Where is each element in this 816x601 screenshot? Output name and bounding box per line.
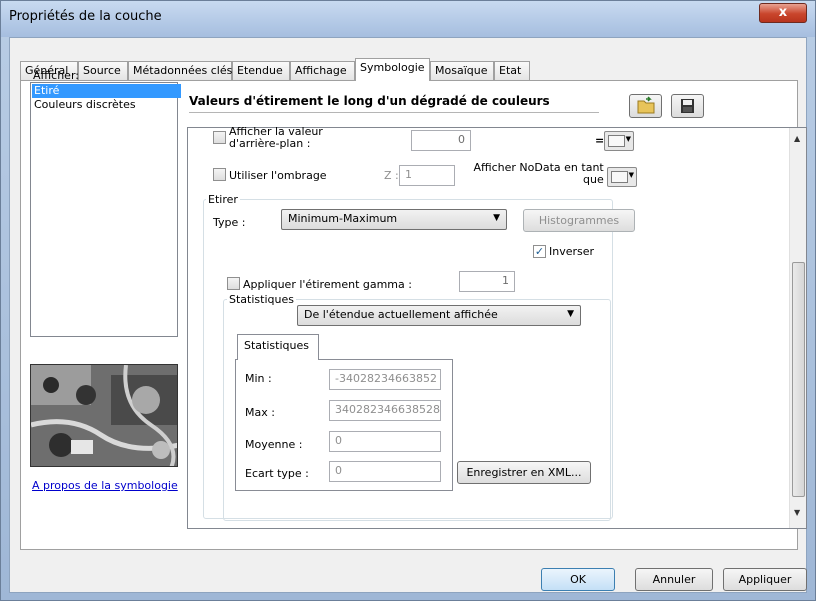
tab-metadata[interactable]: Métadonnées clés: [128, 61, 232, 80]
std-value-field[interactable]: 0: [329, 461, 441, 482]
invert-label: Inverser: [549, 245, 595, 258]
tab-statistics-inner[interactable]: Statistiques: [237, 334, 319, 360]
mean-label: Moyenne :: [245, 438, 303, 451]
stretch-type-select[interactable]: Minimum-Maximum ▼: [281, 209, 507, 230]
layer-properties-window: Propriétés de la couche x Général Source…: [0, 0, 816, 601]
tab-state[interactable]: Etat: [494, 61, 530, 80]
background-value-checkbox[interactable]: [213, 131, 226, 144]
nodata-color-picker[interactable]: ▼: [607, 167, 637, 187]
renderer-list[interactable]: Etiré Couleurs discrètes: [30, 82, 181, 337]
close-button[interactable]: x: [759, 3, 807, 23]
gamma-label: Appliquer l'étirement gamma :: [243, 278, 412, 291]
histograms-button[interactable]: Histogrammes: [523, 209, 635, 232]
max-value-field[interactable]: 340282346638528: [329, 400, 441, 421]
scroll-up-icon[interactable]: ▲: [794, 134, 800, 143]
nodata-label: Afficher NoData en tant que: [471, 162, 604, 186]
min-label: Min :: [245, 372, 272, 385]
dropdown-arrow-icon: ▼: [493, 213, 500, 223]
scroll-down-icon[interactable]: ▼: [794, 508, 800, 517]
tab-mosaic[interactable]: Mosaïque: [430, 61, 494, 80]
z-factor-input[interactable]: 1: [399, 165, 455, 186]
folder-icon: [637, 96, 655, 114]
nodata-label-line2: que: [583, 173, 604, 186]
gamma-input[interactable]: 1: [459, 271, 515, 292]
hillshade-label: Utiliser l'ombrage: [229, 169, 327, 182]
dropdown-arrow-icon: ▼: [625, 135, 631, 143]
equals-sign: =: [595, 134, 605, 147]
dropdown-arrow-icon: ▼: [567, 309, 574, 319]
background-value-input[interactable]: 0: [411, 130, 471, 151]
about-symbology-link[interactable]: A propos de la symbologie: [32, 479, 178, 492]
hillshade-checkbox[interactable]: [213, 168, 226, 181]
list-item-discrete-colors[interactable]: Couleurs discrètes: [32, 98, 181, 112]
cancel-button[interactable]: Annuler: [635, 568, 713, 591]
invert-checkbox[interactable]: ✓: [533, 245, 546, 258]
color-swatch-icon: [608, 135, 625, 147]
aerial-photo-icon: [31, 365, 177, 466]
tab-source[interactable]: Source: [78, 61, 128, 80]
statistics-source-select[interactable]: De l'étendue actuellement affichée ▼: [297, 305, 581, 326]
list-item-stretched[interactable]: Etiré: [32, 84, 181, 98]
statistics-group-label: Statistiques: [227, 293, 296, 306]
stretch-type-value: Minimum-Maximum: [288, 212, 398, 225]
heading-divider: [189, 112, 599, 113]
show-label: Afficher:: [33, 69, 79, 82]
tab-symbology[interactable]: Symbologie: [355, 58, 430, 81]
background-value-label-line2: d'arrière-plan :: [229, 137, 311, 150]
mean-value-field[interactable]: 0: [329, 431, 441, 452]
title-bar[interactable]: Propriétés de la couche x: [1, 1, 815, 37]
dropdown-arrow-icon: ▼: [628, 171, 634, 179]
ok-button[interactable]: OK: [541, 568, 615, 591]
tab-display[interactable]: Affichage: [290, 61, 355, 80]
apply-button[interactable]: Appliquer: [723, 568, 807, 591]
window-title: Propriétés de la couche: [9, 9, 162, 24]
background-color-picker[interactable]: ▼: [604, 131, 634, 151]
gamma-checkbox[interactable]: [227, 277, 240, 290]
close-icon: x: [778, 5, 788, 20]
open-folder-button[interactable]: [629, 94, 662, 118]
save-button[interactable]: [671, 94, 704, 118]
stretch-type-label: Type :: [213, 216, 246, 229]
vertical-scrollbar[interactable]: ▲ ▼: [789, 128, 806, 528]
floppy-disk-icon: [681, 99, 694, 113]
max-label: Max :: [245, 406, 275, 419]
tab-extent[interactable]: Etendue: [232, 61, 290, 80]
min-value-field[interactable]: -34028234663852: [329, 369, 441, 390]
panel-heading: Valeurs d'étirement le long d'un dégradé…: [189, 94, 550, 108]
statistics-source-value: De l'étendue actuellement affichée: [304, 308, 498, 321]
symbology-preview-image: [30, 364, 178, 467]
scrollbar-thumb[interactable]: [792, 262, 805, 497]
std-label: Ecart type :: [245, 467, 309, 480]
background-value-label: Afficher la valeur d'arrière-plan :: [229, 126, 323, 150]
color-swatch-icon: [611, 171, 628, 183]
save-xml-button[interactable]: Enregistrer en XML...: [457, 461, 591, 484]
stretch-group-label: Etirer: [206, 193, 240, 206]
z-factor-label: Z :: [384, 169, 399, 182]
